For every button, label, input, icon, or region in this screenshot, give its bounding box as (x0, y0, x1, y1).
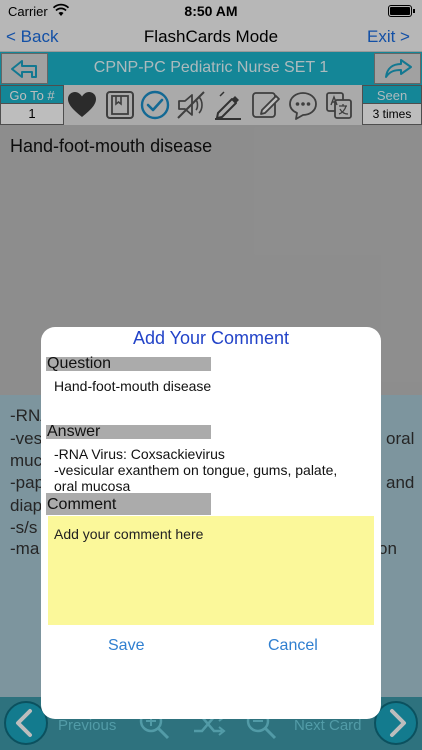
dialog-answer-text[interactable]: -RNA Virus: Coxsackievirus -vesicular ex… (54, 446, 370, 494)
save-button[interactable]: Save (108, 637, 144, 655)
cancel-button[interactable]: Cancel (268, 637, 318, 655)
answer-label: Answer (47, 423, 101, 440)
comment-placeholder: Add your comment here (54, 526, 204, 542)
dialog-title: Add Your Comment (132, 328, 290, 348)
comment-input[interactable]: Add your comment here (48, 516, 374, 625)
answer-line: -RNA Virus: Coxsackievirus (54, 446, 225, 462)
answer-line: -vesicular exanthem on tongue, gums, pal… (54, 462, 338, 478)
answer-line: oral mucosa (54, 478, 131, 494)
dialog-question-text: Hand-foot-mouth disease (54, 378, 212, 394)
question-label: Question (47, 355, 112, 372)
comment-label: Comment (47, 496, 117, 513)
add-comment-dialog: Add Your Comment Question Hand-foot-mout… (41, 327, 381, 719)
